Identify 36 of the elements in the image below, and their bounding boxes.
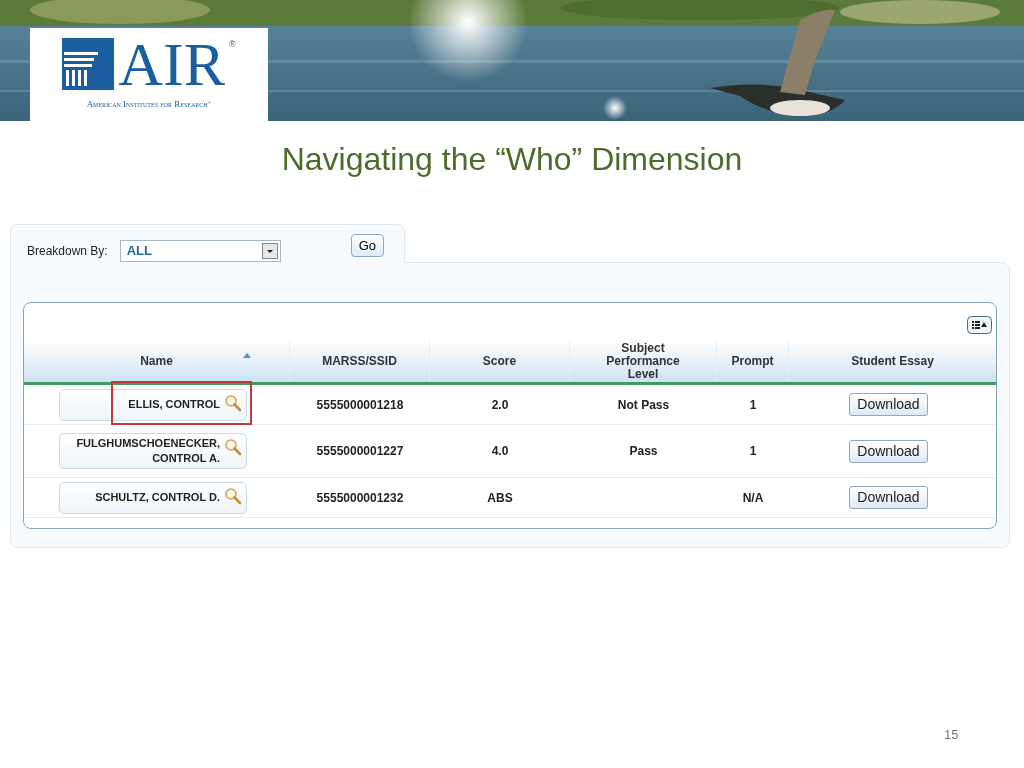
logo-wordmark: AIR [118,37,226,90]
column-header[interactable]: Name [140,355,173,368]
table-cell-text: ABS [487,489,513,507]
registered-mark: ® [229,37,236,51]
column-menu-icon[interactable] [967,316,992,334]
logo-tagline: American Institutes for Research$^{®}$ [86,97,212,111]
table-cell-text: Pass [629,443,658,460]
download-button[interactable]: Download [849,486,928,509]
table-cell-text: 5555000001227 [316,443,404,460]
column-icon [62,37,115,90]
download-button[interactable]: Download [849,439,928,463]
search-icon [224,486,242,505]
column-header[interactable]: Prompt [731,355,774,368]
column-header[interactable]: Subject Performance Level [601,342,685,381]
go-button[interactable]: Go [350,234,385,257]
student-name-button[interactable]: SCHULTZ, CONTROL D. [59,481,247,514]
column-header[interactable]: Score [482,355,517,368]
download-button[interactable]: Download [849,393,928,416]
student-name-button[interactable]: FULGHUMSCHOENECKER, CONTROL A. [59,433,247,469]
table-cell-text: Not Pass [617,396,670,414]
page-number: 15 [944,726,959,744]
table-cell-text: 1 [749,396,757,414]
search-icon [224,438,242,456]
student-name-button[interactable]: ELLIS, CONTROL [59,388,247,421]
search-icon [224,393,242,412]
slide-title: Navigating the “Who” Dimension [280,140,744,179]
table-cell-text: 2.0 [491,396,509,414]
table-cell-text: 5555000001218 [316,396,404,414]
column-header[interactable]: Student Essay [851,355,934,368]
column-header[interactable]: MARSS/SSID [322,355,397,368]
breakdown-label: Breakdown By: [27,243,108,260]
table-cell-text: 5555000001232 [316,489,404,507]
table-cell-text: N/A [742,489,764,507]
table-cell-text: 4.0 [491,443,509,460]
breakdown-select[interactable]: ALL [119,240,281,262]
table-cell-text: 1 [749,443,757,460]
